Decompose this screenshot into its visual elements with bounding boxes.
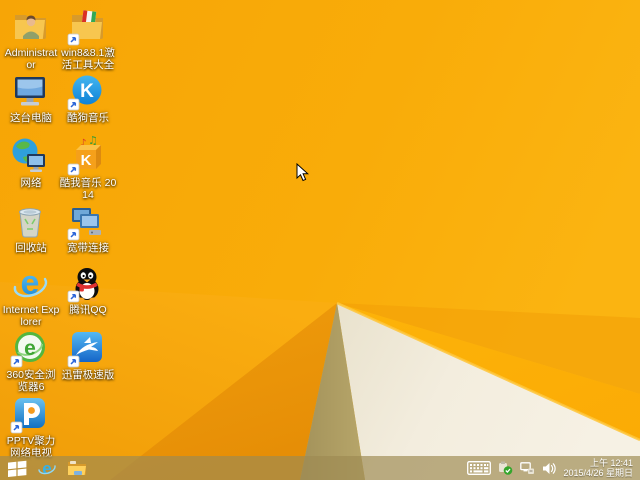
user-folder-icon: [2, 6, 58, 46]
desktop-icon-kugou[interactable]: K 酷狗音乐: [59, 71, 115, 124]
shortcut-arrow-icon: [10, 355, 23, 368]
tray-clock[interactable]: 上午 12:41 2015/4/26 星期日: [563, 458, 633, 479]
desktop-icon-this-pc[interactable]: 这台电脑: [2, 71, 58, 124]
touch-keyboard-icon[interactable]: [467, 456, 492, 480]
recycle-bin-icon: [2, 201, 58, 241]
desktop-icon-broadband[interactable]: 宽带连接: [59, 201, 115, 254]
volume-icon[interactable]: [542, 456, 557, 480]
broadband-connection-icon: [59, 201, 115, 241]
svg-text:e: e: [24, 337, 36, 360]
shortcut-arrow-icon: [67, 355, 80, 368]
svg-text:K: K: [80, 81, 94, 102]
folder-with-book-icon: [59, 6, 115, 46]
mouse-cursor-icon: [296, 163, 309, 182]
start-button[interactable]: [2, 456, 32, 480]
system-tray: 上午 12:41 2015/4/26 星期日: [467, 456, 640, 480]
shortcut-arrow-icon: [67, 290, 80, 303]
desktop-icon-xunlei[interactable]: 迅雷极速版: [59, 328, 115, 381]
windows-logo-icon: [7, 460, 26, 477]
desktop-icon-label: Internet Explorer: [2, 304, 60, 328]
taskbar: e 上午 12:41 2015/4/26 星期日: [0, 456, 640, 480]
desktop-icon-label: 这台电脑: [10, 112, 52, 124]
desktop-icon-qq[interactable]: 腾讯QQ: [59, 263, 115, 316]
shortcut-arrow-icon: [67, 33, 80, 46]
desktop: Administrator win8&8.1激活工具大全 这台电脑 K 酷狗音乐…: [0, 0, 640, 480]
desktop-icon-label: 迅雷极速版: [61, 369, 115, 381]
desktop-icon-label: 网络: [20, 177, 42, 189]
desktop-icon-label: 酷狗音乐: [67, 112, 109, 124]
desktop-icon-recycle-bin[interactable]: 回收站: [2, 201, 58, 254]
desktop-icon-label: win8&8.1激活工具大全: [61, 47, 115, 71]
desktop-icon-label: 酷我音乐 2014: [59, 177, 117, 201]
desktop-icon-win8-tools[interactable]: win8&8.1激活工具大全: [59, 6, 115, 71]
tray-time: 上午 12:41: [589, 457, 633, 468]
svg-text:K: K: [81, 152, 92, 169]
taskbar-explorer-button[interactable]: [62, 456, 92, 480]
desktop-icon-kuwo[interactable]: ♪ ♫ K 酷我音乐 2014: [59, 136, 117, 201]
ie-icon: e: [2, 263, 58, 303]
taskbar-ie-button[interactable]: e: [32, 456, 62, 480]
computer-icon: [2, 71, 58, 111]
qq-penguin-icon: [59, 263, 115, 303]
kugou-music-icon: K: [59, 71, 115, 111]
kuwo-music-icon: ♪ ♫ K: [59, 136, 115, 176]
desktop-icon-administrator[interactable]: Administrator: [2, 6, 58, 71]
xunlei-bird-icon: [59, 328, 115, 368]
safely-remove-hardware-icon[interactable]: [498, 456, 513, 480]
shortcut-arrow-icon: [67, 98, 80, 111]
file-explorer-icon: [68, 461, 86, 475]
desktop-icon-label: 回收站: [15, 242, 47, 254]
desktop-icon-label: 腾讯QQ: [69, 304, 107, 316]
ie-icon: e: [38, 459, 56, 478]
network-globe-icon: [2, 136, 58, 176]
pptv-icon: [2, 394, 58, 434]
svg-text:e: e: [42, 459, 51, 478]
shortcut-arrow-icon: [10, 421, 23, 434]
360-browser-icon: e: [2, 328, 58, 368]
desktop-icon-360-browser[interactable]: e 360安全浏览器6: [2, 328, 58, 393]
desktop-icon-pptv[interactable]: PPTV聚力 网络电视: [2, 394, 58, 459]
desktop-icon-label: 360安全浏览器6: [6, 369, 56, 393]
desktop-icon-label: 宽带连接: [67, 242, 109, 254]
network-icon[interactable]: [520, 456, 535, 480]
shortcut-arrow-icon: [67, 228, 80, 241]
desktop-icon-internet-explorer[interactable]: e Internet Explorer: [2, 263, 60, 328]
desktop-icon-network[interactable]: 网络: [2, 136, 58, 189]
desktop-icon-label: Administrator: [4, 47, 58, 71]
tray-date: 2015/4/26 星期日: [563, 468, 633, 478]
shortcut-arrow-icon: [67, 163, 80, 176]
